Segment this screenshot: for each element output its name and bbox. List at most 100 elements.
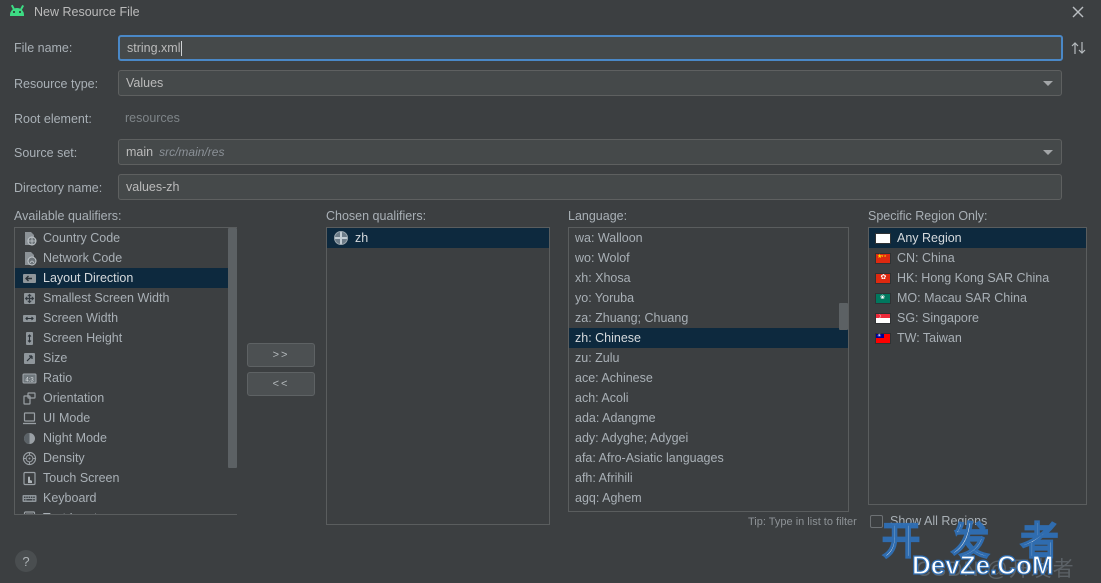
language-scrollbar[interactable] (839, 228, 848, 511)
file-name-input[interactable]: string.xml (118, 35, 1063, 61)
size-icon (21, 350, 37, 366)
remove-qualifier-button[interactable]: << (247, 372, 315, 396)
chevron-down-icon (1043, 150, 1053, 155)
new-resource-file-dialog: New Resource File File name: string.xml … (0, 0, 1101, 581)
watermark-site: DevZe.CoM (911, 549, 1054, 580)
region-item[interactable]: ✿ HK: Hong Kong SAR China (869, 268, 1086, 288)
available-qualifier-item-label: Touch Screen (43, 471, 120, 485)
available-qualifiers-list[interactable]: Country Code Network Code Layout Direction… (14, 227, 237, 515)
language-item[interactable]: ach: Acoli (569, 388, 848, 408)
directory-name-input[interactable]: values-zh (118, 174, 1062, 200)
country-code-icon (21, 230, 37, 246)
language-item-label: zu: Zulu (575, 351, 620, 365)
source-set-label: Source set: (14, 146, 78, 160)
available-qualifier-item[interactable]: Orientation (15, 388, 236, 408)
available-qualifier-item[interactable]: Country Code (15, 228, 236, 248)
macau-flag-icon: ❀ (875, 290, 891, 306)
language-item[interactable]: afh: Afrihili (569, 468, 848, 488)
language-item-label: afh: Afrihili (575, 471, 633, 485)
singapore-flag-icon: ☽ (875, 310, 891, 326)
scroll-thumb[interactable] (228, 228, 237, 468)
show-all-regions-checkbox[interactable]: Show All Regions (870, 514, 987, 528)
language-item-label: ach: Acoli (575, 391, 629, 405)
network-code-icon (21, 250, 37, 266)
language-item[interactable]: afa: Afro-Asiatic languages (569, 448, 848, 468)
scroll-thumb[interactable] (839, 303, 848, 330)
language-item-label: yo: Yoruba (575, 291, 635, 305)
watermark-backdrop: CSDN @开发者 (916, 558, 1075, 581)
window-title: New Resource File (34, 5, 140, 19)
swap-up-down-icon[interactable] (1069, 40, 1089, 58)
region-item[interactable]: ☽ SG: Singapore (869, 308, 1086, 328)
language-item[interactable]: agq: Aghem (569, 488, 848, 508)
language-item[interactable]: zh: Chinese (569, 328, 848, 348)
hongkong-flag-icon: ✿ (875, 270, 891, 286)
layout-direction-icon (21, 270, 37, 286)
region-item[interactable]: ★ ★★ CN: China (869, 248, 1086, 268)
available-qualifier-item-label: Network Code (43, 251, 123, 265)
language-item[interactable]: zu: Zulu (569, 348, 848, 368)
add-qualifier-button[interactable]: >> (247, 343, 315, 367)
resource-type-label: Resource type: (14, 77, 99, 91)
region-item-label: MO: Macau SAR China (897, 291, 1027, 305)
language-item[interactable]: ada: Adangme (569, 408, 848, 428)
region-label: Specific Region Only: (868, 209, 988, 223)
language-item-label: ada: Adangme (575, 411, 656, 425)
density-icon (21, 450, 37, 466)
file-name-label: File name: (14, 41, 73, 55)
language-item[interactable]: ace: Achinese (569, 368, 848, 388)
available-qualifier-item-label: Screen Width (43, 311, 119, 325)
available-qualifier-item[interactable]: Layout Direction (15, 268, 236, 288)
available-qualifier-item-label: Ratio (43, 371, 73, 385)
available-qualifier-item[interactable]: Network Code (15, 248, 236, 268)
language-item-label: agq: Aghem (575, 491, 642, 505)
help-button[interactable]: ? (15, 550, 37, 572)
available-qualifier-item[interactable]: Smallest Screen Width (15, 288, 236, 308)
language-item[interactable]: ady: Adyghe; Adygei (569, 428, 848, 448)
region-item[interactable]: ❀ MO: Macau SAR China (869, 288, 1086, 308)
language-item-label: ady: Adyghe; Adygei (575, 431, 689, 445)
language-item[interactable]: yo: Yoruba (569, 288, 848, 308)
language-item[interactable]: xh: Xhosa (569, 268, 848, 288)
available-qualifier-item[interactable]: Screen Height (15, 328, 236, 348)
source-set-path: src/main/res (159, 145, 225, 159)
available-qualifier-item[interactable]: Text Input (15, 508, 236, 514)
language-item[interactable]: wa: Walloon (569, 228, 848, 248)
ratio-icon: 4:3 (21, 370, 37, 386)
language-list[interactable]: wa: Walloon wo: Wolof xh: Xhosa yo: Yoruba z… (568, 227, 849, 512)
svg-text:4:3: 4:3 (25, 377, 34, 383)
source-set-combo[interactable]: main src/main/res (118, 139, 1062, 165)
region-item[interactable]: Any Region (869, 228, 1086, 248)
language-item[interactable]: za: Zhuang; Chuang (569, 308, 848, 328)
language-item-label: ace: Achinese (575, 371, 653, 385)
directory-name-value: values-zh (126, 180, 180, 194)
region-list[interactable]: Any Region ★ ★★ CN: China ✿ HK: Hong Kong SAR… (868, 227, 1087, 505)
available-qualifier-item[interactable]: 4:3 Ratio (15, 368, 236, 388)
language-item[interactable]: wo: Wolof (569, 248, 848, 268)
chosen-qualifiers-list[interactable]: zh (326, 227, 550, 525)
android-robot-icon (9, 4, 25, 20)
region-item[interactable]: ☀ TW: Taiwan (869, 328, 1086, 348)
available-qualifiers-label: Available qualifiers: (14, 209, 122, 223)
taiwan-flag-icon: ☀ (875, 330, 891, 346)
root-element-value: resources (125, 111, 180, 125)
available-qualifier-item[interactable]: Screen Width (15, 308, 236, 328)
title-bar: New Resource File (0, 0, 1101, 24)
resource-type-combo[interactable]: Values (118, 70, 1062, 96)
root-element-value-wrap: resources (118, 105, 418, 131)
available-qualifier-item[interactable]: Night Mode (15, 428, 236, 448)
language-label: Language: (568, 209, 628, 223)
available-qualifier-item[interactable]: Density (15, 448, 236, 468)
chosen-qualifier-item[interactable]: zh (327, 228, 549, 248)
available-qualifiers-scrollbar[interactable] (228, 228, 237, 514)
region-item-label: SG: Singapore (897, 311, 979, 325)
available-qualifier-item-label: Layout Direction (43, 271, 134, 285)
available-qualifier-item[interactable]: UI Mode (15, 408, 236, 428)
available-qualifier-item[interactable]: Size (15, 348, 236, 368)
text-caret (181, 40, 183, 56)
china-flag-icon: ★ ★★ (875, 250, 891, 266)
close-icon[interactable] (1069, 3, 1087, 21)
checkbox-box (870, 514, 883, 528)
available-qualifier-item[interactable]: Touch Screen (15, 468, 236, 488)
available-qualifier-item[interactable]: Keyboard (15, 488, 236, 508)
